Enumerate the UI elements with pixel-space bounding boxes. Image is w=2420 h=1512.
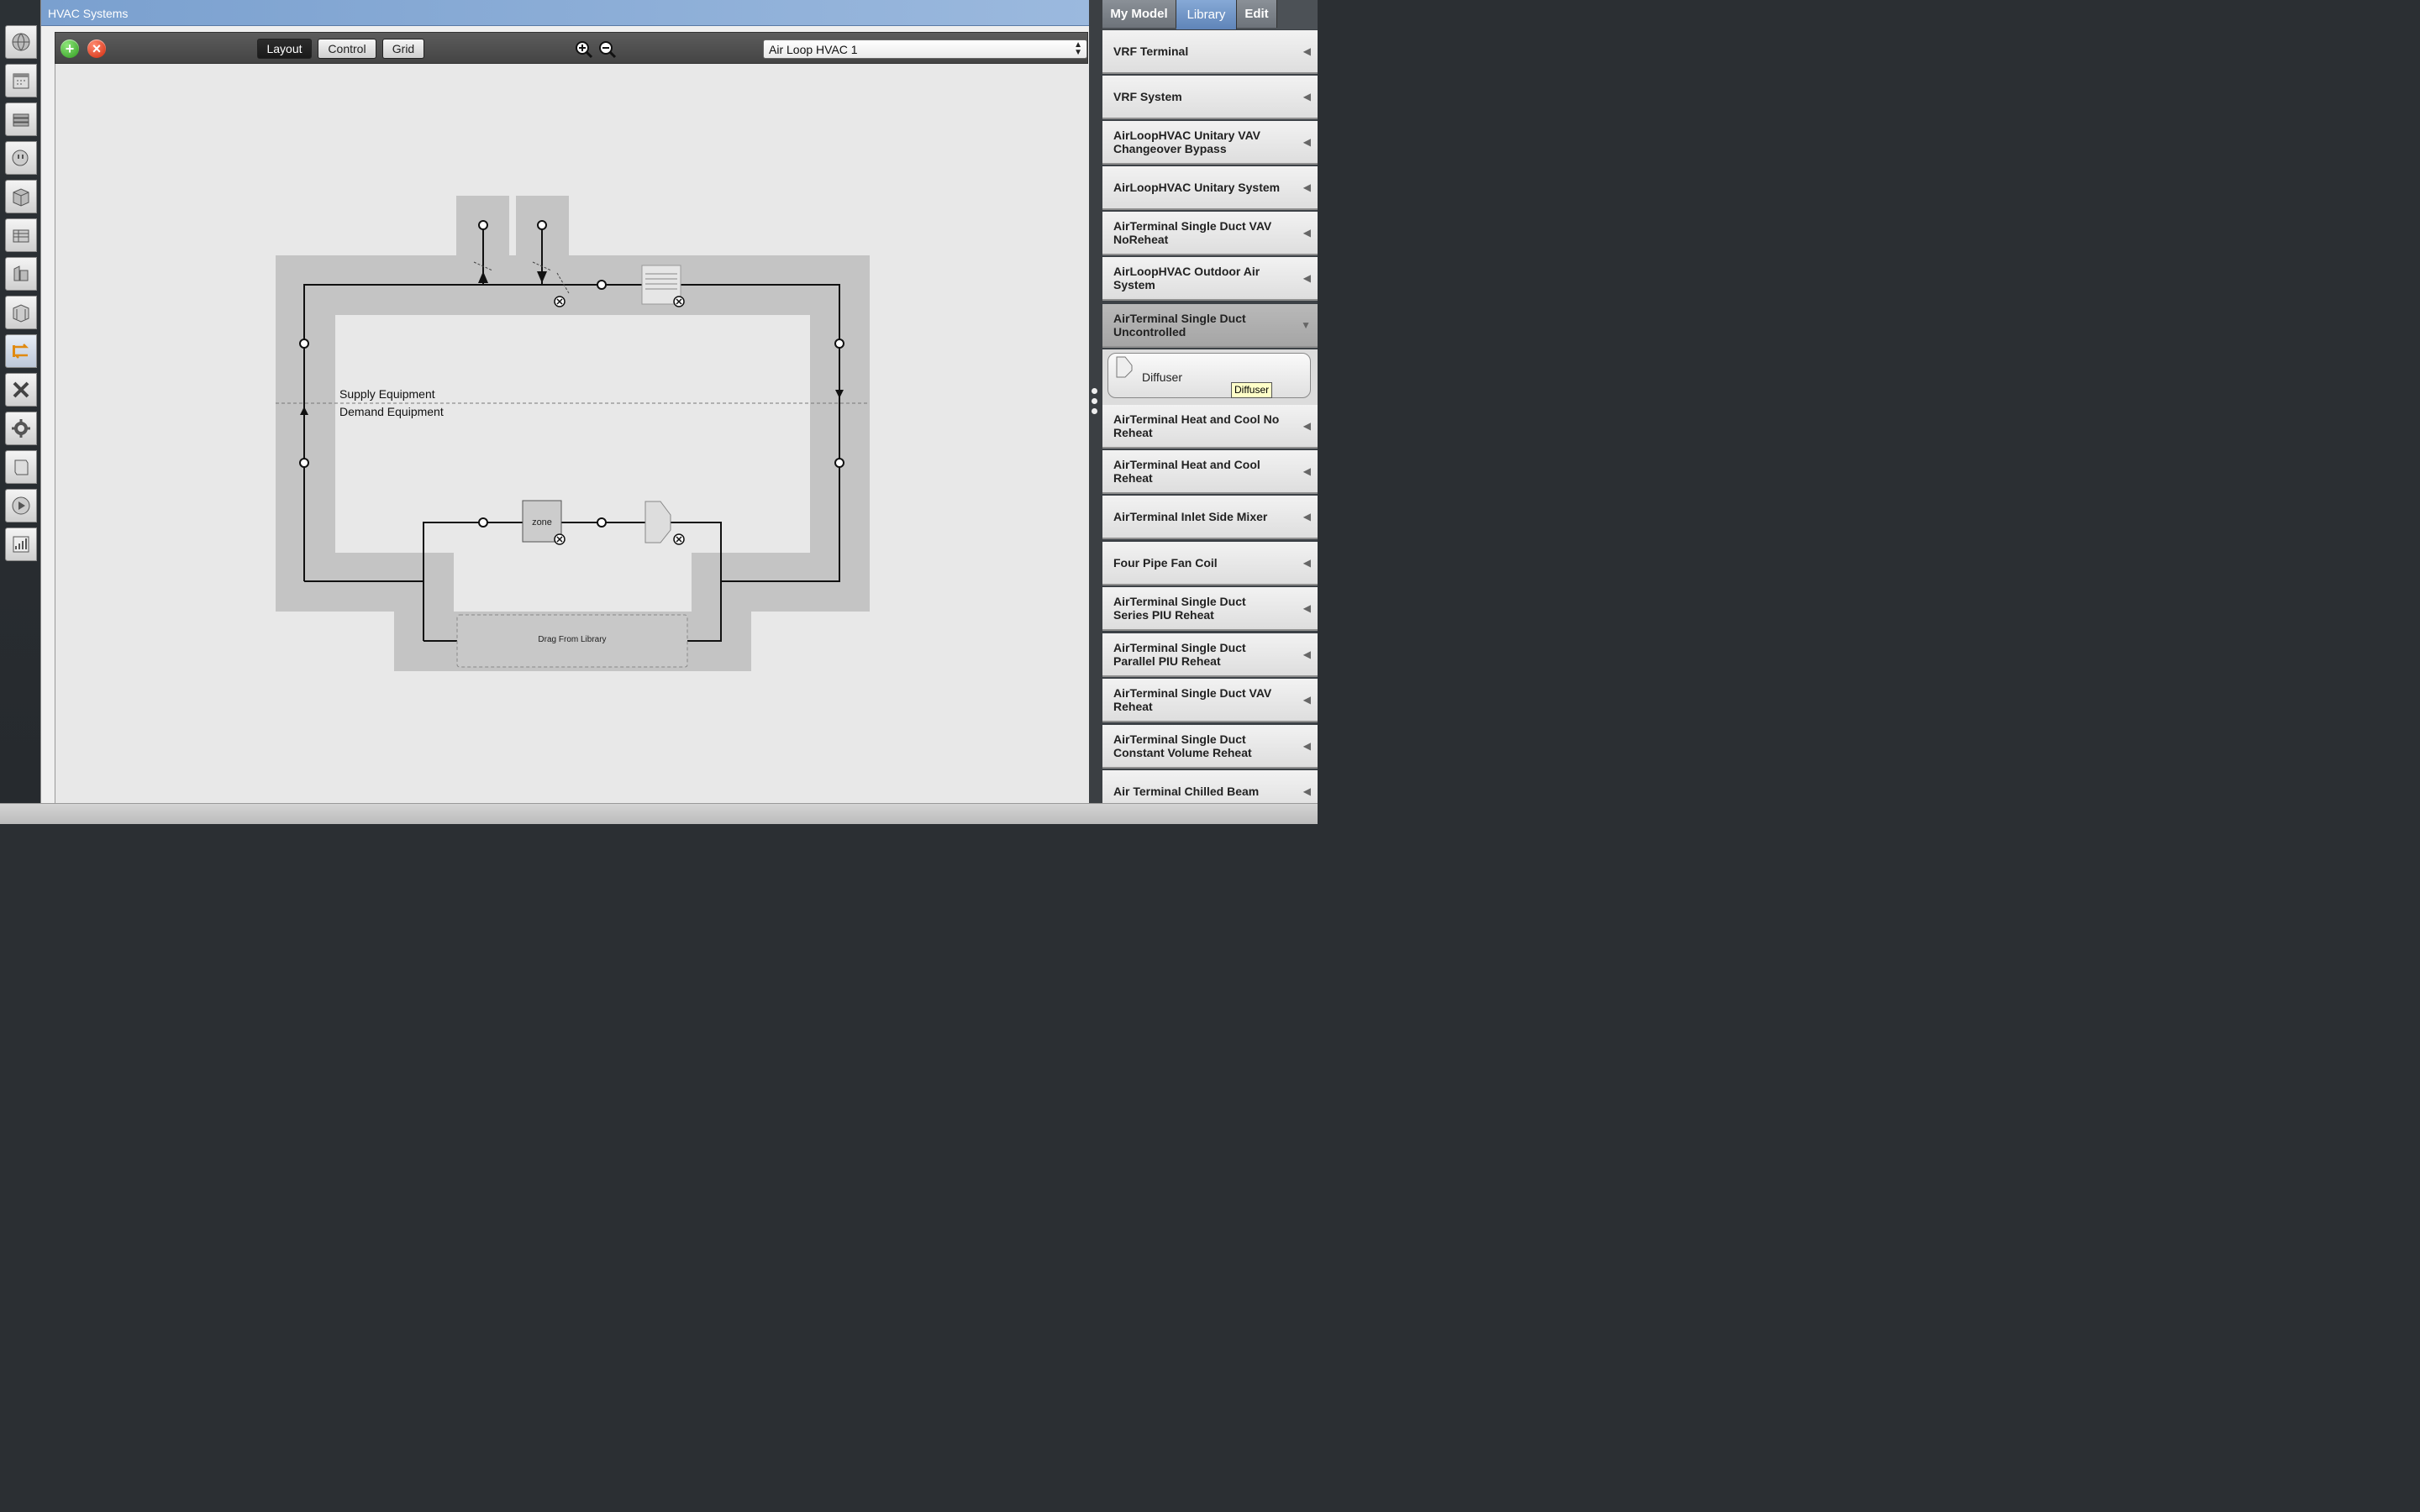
toolbar: + × Layout Control Grid Air Loop HVAC 1 … [55,32,1088,64]
expand-triangle-icon: ◀ [1302,694,1311,706]
construction-icon[interactable] [5,102,37,136]
library-item[interactable]: AirTerminal Single Duct Constant Volume … [1102,725,1318,769]
zone-label: zone [532,517,552,528]
expand-triangle-icon: ◀ [1302,227,1311,239]
demand-equipment-label: Demand Equipment [339,405,444,418]
run-icon[interactable] [5,489,37,522]
splitter-grip-dot [1092,388,1097,394]
library-item[interactable]: AirTerminal Heat and Cool No Reheat ◀ [1102,405,1318,449]
expand-triangle-icon: ◀ [1302,557,1311,569]
diffuser-label: Diffuser [1142,370,1182,384]
splitter-grip-dot [1092,398,1097,404]
expand-triangle-icon: ◀ [1302,648,1311,660]
calendar-icon[interactable] [5,64,37,97]
air-loop-select-value: Air Loop HVAC 1 [769,43,858,56]
panel-tabs: My Model Library Edit [1102,0,1318,29]
layout-button[interactable]: Layout [257,39,312,59]
expand-triangle-icon: ◀ [1302,181,1311,193]
expand-triangle-icon: ◀ [1302,511,1311,522]
expand-triangle-icon: ◀ [1302,45,1311,57]
splitter-grip-dot [1092,408,1097,414]
hvac-diagram-canvas[interactable]: zone Supply Equipment Demand Equipment D… [55,64,1090,803]
space-types-icon[interactable] [5,180,37,213]
diffuser-library-card[interactable]: Diffuser [1107,353,1311,398]
expand-triangle-icon: ◀ [1302,602,1311,614]
select-arrows-icon: ▲ ▼ [1074,40,1082,57]
expand-triangle-icon: ◀ [1302,272,1311,284]
tab-my-model[interactable]: My Model [1102,0,1176,28]
expand-triangle-icon: ◀ [1302,136,1311,148]
control-button[interactable]: Control [318,39,376,59]
delete-icon[interactable]: × [87,39,106,58]
results-icon[interactable] [5,528,37,561]
variables-icon[interactable] [5,373,37,407]
air-loop-select[interactable]: Air Loop HVAC 1 ▲ ▼ [763,39,1087,59]
library-panel: My Model Library Edit VRF Terminal ◀ VRF … [1102,0,1318,803]
title-bar: HVAC Systems [41,0,1090,26]
tab-library[interactable]: Library [1176,0,1237,29]
main-window: HVAC Systems + × Layout Control Grid Air… [40,0,1090,803]
library-item[interactable]: AirTerminal Single Duct VAV NoReheat ◀ [1102,212,1318,255]
library-item[interactable]: AirTerminal Heat and Cool Reheat ◀ [1102,450,1318,494]
window-title: HVAC Systems [48,7,129,20]
zoom-out-icon[interactable] [598,40,617,59]
library-item[interactable]: AirTerminal Single Duct VAV Reheat ◀ [1102,679,1318,722]
expanded-item-contents: Diffuser [1102,349,1318,407]
spaces-icon[interactable] [5,296,37,329]
library-item[interactable]: AirTerminal Single Duct Parallel PIU Reh… [1102,633,1318,677]
expand-triangle-icon: ◀ [1302,91,1311,102]
library-item[interactable]: Four Pipe Fan Coil ◀ [1102,542,1318,585]
geometry-icon[interactable] [5,218,37,252]
library-item[interactable]: VRF System ◀ [1102,76,1318,119]
collapse-triangle-icon: ▼ [1301,319,1311,331]
loads-icon[interactable] [5,141,37,175]
simulation-settings-icon[interactable] [5,412,37,445]
globe-icon[interactable] [5,25,37,59]
zoom-in-icon[interactable] [575,40,593,59]
expand-triangle-icon: ◀ [1302,420,1311,432]
expand-triangle-icon: ◀ [1302,785,1311,797]
scripts-icon[interactable] [5,450,37,484]
library-item[interactable]: AirTerminal Inlet Side Mixer ◀ [1102,496,1318,539]
supply-equipment-label: Supply Equipment [339,387,435,401]
drag-from-library-drop-zone[interactable]: Drag From Library [457,635,687,644]
tab-edit[interactable]: Edit [1237,0,1277,28]
library-item[interactable]: AirLoopHVAC Unitary VAV Changeover Bypas… [1102,121,1318,165]
facility-icon[interactable] [5,257,37,291]
hvac-systems-icon[interactable] [5,334,37,368]
add-icon[interactable]: + [60,39,79,58]
left-tab-strip [0,0,40,803]
diffuser-icon [1116,356,1133,378]
loop-diagram: zone [276,196,870,671]
library-item[interactable]: AirTerminal Single Duct Series PIU Rehea… [1102,587,1318,631]
library-item[interactable]: Air Terminal Chilled Beam ◀ [1102,770,1318,803]
status-bar [0,803,1318,824]
library-item[interactable]: AirLoopHVAC Outdoor Air System ◀ [1102,257,1318,301]
library-item[interactable]: AirLoopHVAC Unitary System ◀ [1102,166,1318,210]
expand-triangle-icon: ◀ [1302,740,1311,752]
expand-triangle-icon: ◀ [1302,465,1311,477]
library-item-expanded[interactable]: AirTerminal Single Duct Uncontrolled ▼ [1102,304,1318,348]
library-item[interactable]: VRF Terminal ◀ [1102,30,1318,74]
diffuser-tooltip: Diffuser [1231,382,1273,398]
grid-button[interactable]: Grid [382,39,424,59]
